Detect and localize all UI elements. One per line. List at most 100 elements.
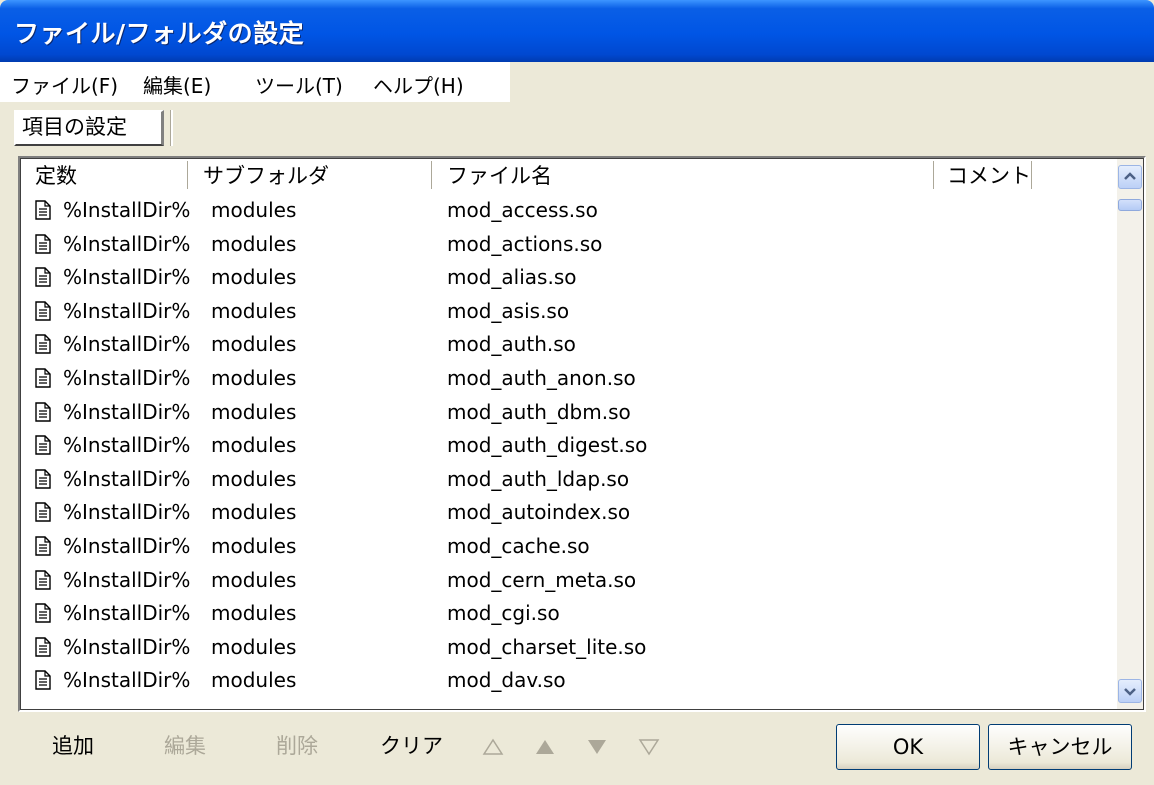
file-document-icon (35, 267, 51, 287)
table-row[interactable]: %InstallDir% modules mod_autoindex.so (21, 495, 1117, 529)
scroll-down-arrow-icon[interactable] (1118, 679, 1142, 703)
add-button[interactable]: 追加 (52, 726, 94, 766)
menu-tools[interactable]: ツール(T) (252, 69, 346, 100)
file-list: 定数 サブフォルダ ファイル名 コメント %InstallDir% modules… (18, 156, 1146, 712)
vertical-scrollbar[interactable] (1117, 159, 1143, 709)
ok-button[interactable]: OK (836, 724, 980, 770)
file-document-icon (35, 435, 51, 455)
tab-item-settings[interactable]: 項目の設定 (14, 110, 164, 146)
cell-subfolder: modules (211, 500, 297, 525)
cell-constant: %InstallDir% (63, 298, 191, 323)
cell-subfolder: modules (211, 567, 297, 592)
table-row[interactable]: %InstallDir% modules mod_auth_ldap.so (21, 462, 1117, 496)
clear-button[interactable]: クリア (380, 726, 443, 766)
table-row[interactable]: %InstallDir% modules mod_charset_lite.so (21, 630, 1117, 664)
table-row[interactable]: %InstallDir% modules mod_cern_meta.so (21, 563, 1117, 597)
cell-subfolder: modules (211, 433, 297, 458)
cell-subfolder: modules (211, 198, 297, 222)
scroll-up-arrow-icon[interactable] (1118, 165, 1142, 189)
list-header: 定数 サブフォルダ ファイル名 コメント (21, 159, 1117, 193)
cell-subfolder: modules (211, 466, 297, 491)
file-document-icon (35, 200, 51, 220)
cell-constant: %InstallDir% (63, 533, 191, 558)
table-row[interactable]: %InstallDir% modules mod_auth_anon.so (21, 361, 1117, 395)
title-bar[interactable]: ファイル/フォルダの設定 (0, 0, 1154, 62)
cell-subfolder: modules (211, 399, 297, 424)
file-document-icon (35, 603, 51, 623)
table-row[interactable]: %InstallDir% modules mod_auth_dbm.so (21, 395, 1117, 429)
cell-filename: mod_asis.so (447, 298, 570, 323)
file-document-icon (35, 368, 51, 388)
cell-filename: mod_access.so (447, 198, 598, 222)
cell-subfolder: modules (211, 332, 297, 357)
table-row[interactable]: %InstallDir% modules mod_actions.so (21, 227, 1117, 261)
cell-constant: %InstallDir% (63, 198, 191, 222)
file-document-icon (35, 469, 51, 489)
table-row[interactable]: %InstallDir% modules mod_alias.so (21, 260, 1117, 294)
cell-subfolder: modules (211, 601, 297, 626)
column-header-comment[interactable]: コメント (933, 159, 1033, 193)
cell-filename: mod_dav.so (447, 668, 566, 693)
cell-subfolder: modules (211, 668, 297, 693)
table-row[interactable]: %InstallDir% modules mod_dav.so (21, 663, 1117, 697)
table-row[interactable]: %InstallDir% modules mod_asis.so (21, 294, 1117, 328)
delete-button[interactable]: 削除 (276, 726, 318, 766)
scroll-thumb[interactable] (1118, 199, 1142, 211)
cancel-button[interactable]: キャンセル (988, 724, 1132, 770)
cell-constant: %InstallDir% (63, 365, 191, 390)
cell-filename: mod_actions.so (447, 231, 603, 256)
cell-filename: mod_autoindex.so (447, 500, 631, 525)
table-row[interactable]: %InstallDir% modules mod_auth.so (21, 327, 1117, 361)
table-row[interactable]: %InstallDir% modules mod_auth_digest.so (21, 428, 1117, 462)
cell-filename: mod_charset_lite.so (447, 634, 647, 659)
cell-filename: mod_cern_meta.so (447, 567, 637, 592)
cell-constant: %InstallDir% (63, 668, 191, 693)
menu-help[interactable]: ヘルプ(H) (370, 69, 467, 100)
column-header-subfolder[interactable]: サブフォルダ (189, 159, 431, 193)
cell-subfolder: modules (211, 265, 297, 290)
cell-subfolder: modules (211, 298, 297, 323)
cell-filename: mod_auth_ldap.so (447, 466, 630, 491)
edit-button[interactable]: 編集 (164, 726, 206, 766)
table-row[interactable]: %InstallDir% modules mod_access.so (21, 193, 1117, 227)
file-document-icon (35, 670, 51, 691)
table-row[interactable]: %InstallDir% modules mod_cache.so (21, 529, 1117, 563)
cell-subfolder: modules (211, 231, 297, 256)
window-title: ファイル/フォルダの設定 (14, 19, 305, 48)
move-up-icon[interactable] (532, 728, 558, 764)
cell-filename: mod_auth_dbm.so (447, 399, 631, 424)
menu-bar: ファイル(F) 編集(E) ツール(T) ヘルプ(H) (0, 62, 1154, 102)
move-down-icon[interactable] (584, 728, 610, 764)
column-header-filename[interactable]: ファイル名 (433, 159, 933, 193)
cell-subfolder: modules (211, 533, 297, 558)
table-row[interactable]: %InstallDir% modules mod_cgi.so (21, 596, 1117, 630)
file-document-icon (35, 637, 51, 657)
cell-filename: mod_auth_anon.so (447, 365, 636, 390)
cell-constant: %InstallDir% (63, 567, 191, 592)
cell-filename: mod_auth_digest.so (447, 433, 648, 458)
list-body: %InstallDir% modules mod_access.so %Install… (21, 193, 1117, 697)
cell-constant: %InstallDir% (63, 634, 191, 659)
cell-constant: %InstallDir% (63, 500, 191, 525)
cell-filename: mod_cgi.so (447, 601, 560, 626)
file-document-icon (35, 233, 51, 254)
file-document-icon (35, 334, 51, 355)
cell-constant: %InstallDir% (63, 399, 191, 424)
menu-file[interactable]: ファイル(F) (8, 69, 121, 100)
file-document-icon (35, 536, 51, 556)
menu-edit[interactable]: 編集(E) (140, 69, 214, 100)
file-document-icon (35, 502, 51, 523)
move-top-icon[interactable] (480, 728, 506, 764)
move-bottom-icon[interactable] (636, 728, 662, 764)
cell-constant: %InstallDir% (63, 332, 191, 357)
cell-filename: mod_auth.so (447, 332, 576, 357)
cell-subfolder: modules (211, 365, 297, 390)
column-header-constant[interactable]: 定数 (21, 159, 189, 193)
file-document-icon (35, 569, 51, 590)
file-document-icon (35, 301, 51, 321)
cell-filename: mod_cache.so (447, 533, 590, 558)
cell-constant: %InstallDir% (63, 265, 191, 290)
settings-window: ファイル/フォルダの設定 ファイル(F) 編集(E) ツール(T) ヘルプ(H)… (0, 0, 1154, 785)
cell-constant: %InstallDir% (63, 231, 191, 256)
cell-constant: %InstallDir% (63, 466, 191, 491)
